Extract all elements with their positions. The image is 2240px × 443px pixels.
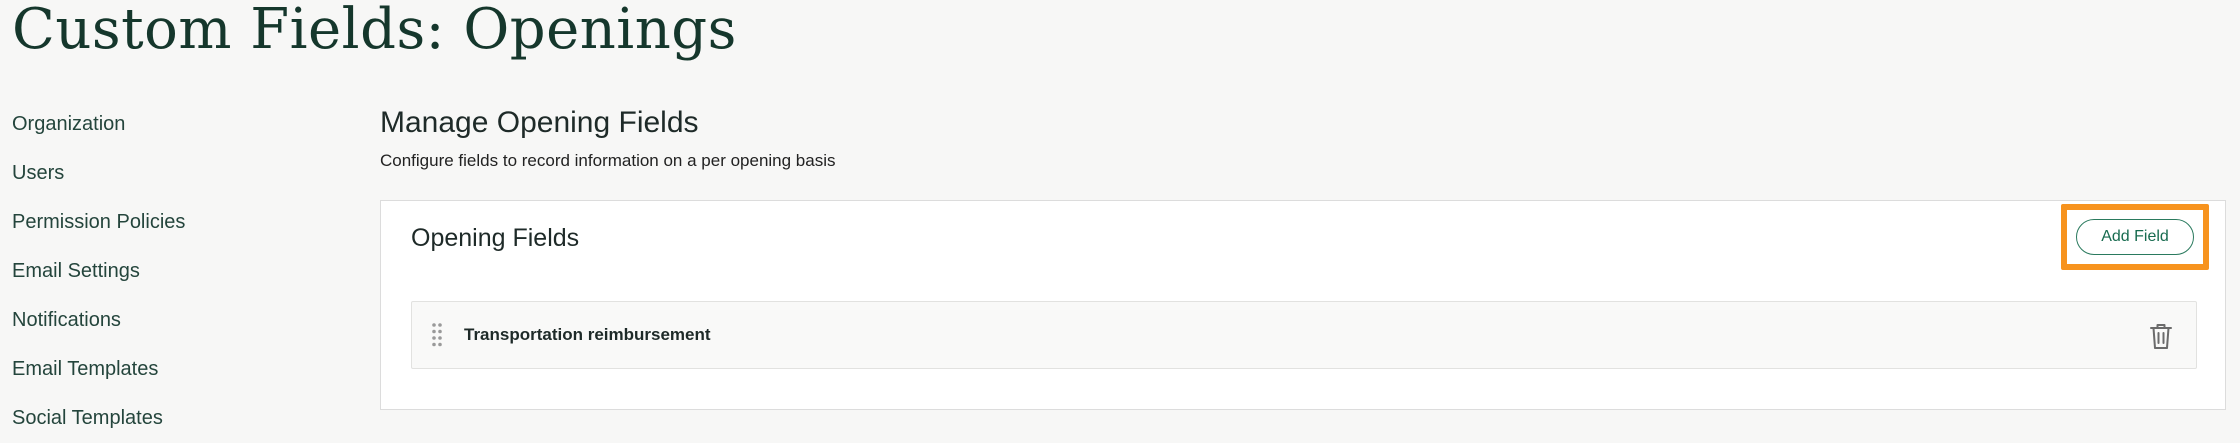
add-field-highlight: Add Field	[2061, 204, 2209, 270]
field-row: Transportation reimbursement	[411, 301, 2197, 369]
sidebar-item-email-settings[interactable]: Email Settings	[12, 247, 312, 296]
sidebar-item-users[interactable]: Users	[12, 149, 312, 198]
field-name[interactable]: Transportation reimbursement	[464, 325, 711, 345]
add-field-button[interactable]: Add Field	[2076, 219, 2194, 255]
page-title: Custom Fields: Openings	[12, 0, 737, 62]
opening-fields-card: Opening Fields Add Field Transportation …	[380, 200, 2226, 410]
section-description: Configure fields to record information o…	[380, 151, 836, 170]
sidebar-nav: Organization Users Permission Policies E…	[12, 100, 312, 443]
sidebar-item-social-templates[interactable]: Social Templates	[12, 394, 312, 443]
drag-handle-icon[interactable]	[432, 323, 442, 347]
section-title: Manage Opening Fields	[380, 106, 699, 139]
main-content: Manage Opening Fields Configure fields t…	[380, 100, 2228, 410]
sidebar-item-permission-policies[interactable]: Permission Policies	[12, 198, 312, 247]
card-title: Opening Fields	[411, 224, 580, 252]
sidebar-item-email-templates[interactable]: Email Templates	[12, 345, 312, 394]
sidebar-item-notifications[interactable]: Notifications	[12, 296, 312, 345]
sidebar-item-organization[interactable]: Organization	[12, 100, 312, 149]
trash-icon[interactable]	[2148, 322, 2174, 350]
